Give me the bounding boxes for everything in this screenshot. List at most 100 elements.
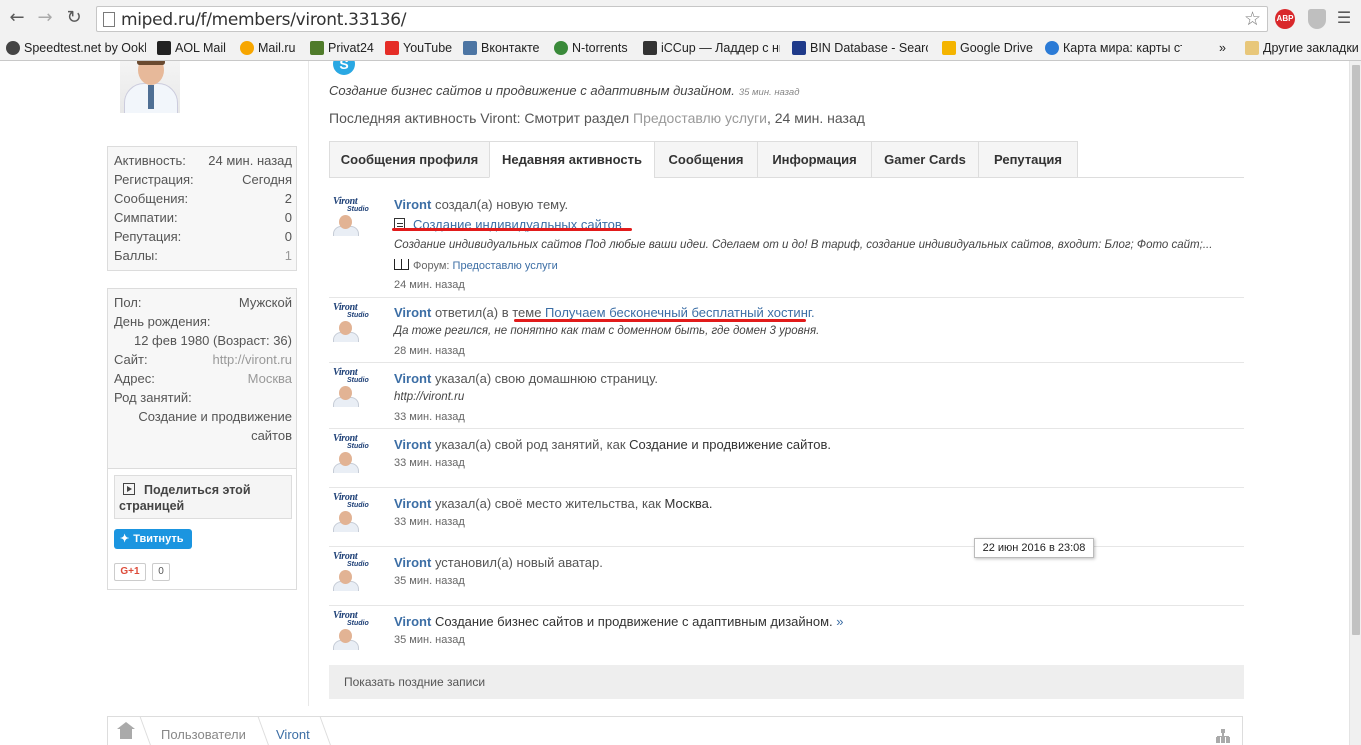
iccup-icon [643,41,657,55]
activity-time: 28 мин. назад [394,345,465,357]
bookmark-world-map[interactable]: Карта мира: карты ст [1045,39,1182,57]
user-avatar[interactable]: Viront Studio [333,367,371,407]
tab-profile-posts[interactable]: Сообщения профиля [329,141,490,178]
breadcrumb-users[interactable]: Пользователи [161,727,246,742]
book-icon [394,259,409,270]
user-link[interactable]: Viront [394,371,431,386]
activity-item: Viront Studio Viront указал(а) свой род з… [329,429,1244,488]
other-bookmarks[interactable]: Другие закладки [1245,39,1359,57]
show-later-button[interactable]: Показать поздние записи [329,665,1244,699]
stat-registration: Регистрация: Сегодня [114,172,292,187]
info-occupation-label: Род занятий: [114,390,192,405]
forum-link[interactable]: Предоставлю услуги [453,260,558,272]
bookmark-aol-mail[interactable]: AOL Mail [157,39,233,57]
homepage-link[interactable]: http://viront.ru [394,391,464,403]
folder-icon [1245,41,1259,55]
home-icon[interactable] [117,722,135,739]
breadcrumb-current[interactable]: Viront [276,727,310,742]
user-avatar[interactable]: Viront Studio [333,492,371,532]
activity-text: Viront указал(а) свой род занятий, как С… [394,437,831,452]
date-tooltip: 22 июн 2016 в 23:08 [974,538,1094,558]
bookmarks-overflow-button[interactable]: » [1219,39,1233,57]
thread-snippet: Создание индивидуальных сайтов Под любые… [394,239,1213,251]
adblock-plus-icon[interactable]: ABP [1275,9,1295,29]
status-message: Создание бизнес сайтов и продвижение с а… [329,83,800,98]
stat-points[interactable]: Баллы: 1 [114,248,292,267]
url-text[interactable]: miped.ru/f/members/viront.33136/ [121,10,406,30]
activity-item: Viront Studio Viront создал(а) новую тему… [329,192,1244,298]
user-avatar[interactable]: Viront Studio [333,610,371,650]
read-more-link[interactable]: » [833,614,843,629]
menu-icon[interactable]: ☰ [1334,8,1354,28]
user-link[interactable]: Viront [394,496,431,511]
stat-likes: Симпатии: 0 [114,210,292,225]
scrollbar-thumb[interactable] [1352,65,1360,635]
bookmark-mailru[interactable]: Mail.ru [240,39,302,57]
gplus-button[interactable]: G+1 [114,563,146,581]
site-link[interactable]: http://viront.ru [213,352,292,367]
stat-messages: Сообщения: 2 [114,191,292,206]
address-link[interactable]: Москва [248,371,292,386]
bookmark-iccup[interactable]: iCCup — Ладдер с ни [643,39,780,57]
user-link[interactable]: Viront [394,614,431,629]
activity-text: Viront Создание бизнес сайтов и продвиже… [394,614,844,629]
bin-icon [792,41,806,55]
activity-time: 35 мин. назад [394,575,465,587]
address-bar[interactable]: miped.ru/f/members/viront.33136/ ☆ [96,6,1268,32]
shield-icon[interactable] [1308,9,1326,29]
user-avatar[interactable]: Viront Studio [333,433,371,473]
share-header[interactable]: Поделиться этой страницей [114,475,292,519]
tab-gamer-cards[interactable]: Gamer Cards [871,141,979,178]
bookmark-ntorrents[interactable]: N-torrents [554,39,634,57]
activity-time: 33 мин. назад [394,516,465,528]
bookmark-privat24[interactable]: Privat24 [310,39,378,57]
profile-stats-box: Активность: 24 мин. назад Регистрация: Сег… [107,146,297,271]
tab-recent-activity[interactable]: Недавняя активность [489,141,655,178]
scrollbar[interactable] [1349,61,1361,745]
profile-tabs: Сообщения профиля Недавняя активность Со… [329,141,1244,178]
speedtest-icon [6,41,20,55]
user-link[interactable]: Viront [394,437,431,452]
reload-icon[interactable]: ↻ [64,8,84,28]
user-link[interactable]: Viront [394,555,431,570]
tab-messages[interactable]: Сообщения [654,141,758,178]
bookmark-google-drive[interactable]: Google Drive [942,39,1034,57]
browser-toolbar: ← → ↻ miped.ru/f/members/viront.33136/ ☆… [0,0,1361,36]
bookmark-youtube[interactable]: YouTube [385,39,457,57]
share-icon [123,483,135,495]
profile-main: S Создание бизнес сайтов и продвижение с… [308,61,1244,706]
user-avatar[interactable]: Viront Studio [333,302,371,342]
page-icon [103,12,115,27]
activity-text: Viront ответил(а) в теме Получаем бескон… [394,305,815,320]
bookmark-speedtest[interactable]: Speedtest.net by Ookla [6,39,146,57]
tab-information[interactable]: Информация [757,141,872,178]
info-birthday-value: 12 фев 1980 (Возраст: 36) [133,333,292,348]
activity-item: Viront Studio Viront указал(а) свою домаш… [329,363,1244,429]
mailru-icon [240,41,254,55]
user-avatar[interactable]: Viront Studio [333,196,371,236]
bookmark-vkontakte[interactable]: Вконтакте [463,39,543,57]
info-address: Адрес: Москва [114,371,292,386]
forward-icon[interactable]: → [35,8,55,28]
skype-icon[interactable]: S [333,61,355,75]
bookmark-star-icon[interactable]: ☆ [1244,8,1261,30]
share-box: Поделиться этой страницей ✦ Твитнуть G+1 0 [107,468,297,590]
vk-icon [463,41,477,55]
stat-reputation: Репутация: 0 [114,229,292,244]
forum-row: Форум: Предоставлю услуги [394,259,558,272]
tab-reputation[interactable]: Репутация [978,141,1078,178]
bookmark-bin-database[interactable]: BIN Database - Search [792,39,928,57]
stat-activity: Активность: 24 мин. назад [114,153,292,168]
user-link[interactable]: Viront [394,197,431,212]
thread-link[interactable]: Получаем бесконечный бесплатный хостинг [545,305,811,320]
activity-item: Viront Studio Viront установил(а) новый а… [329,547,1244,606]
tweet-button[interactable]: ✦ Твитнуть [114,529,192,549]
user-link[interactable]: Viront [394,305,431,320]
sitemap-icon[interactable] [1216,729,1230,743]
back-icon[interactable]: ← [7,8,27,28]
last-activity-link[interactable]: Предоставлю услуги [633,110,767,126]
user-avatar[interactable]: Viront Studio [333,551,371,591]
ntorrents-icon [554,41,568,55]
status-time: 35 мин. назад [738,87,800,98]
activity-time: 33 мин. назад [394,411,465,423]
